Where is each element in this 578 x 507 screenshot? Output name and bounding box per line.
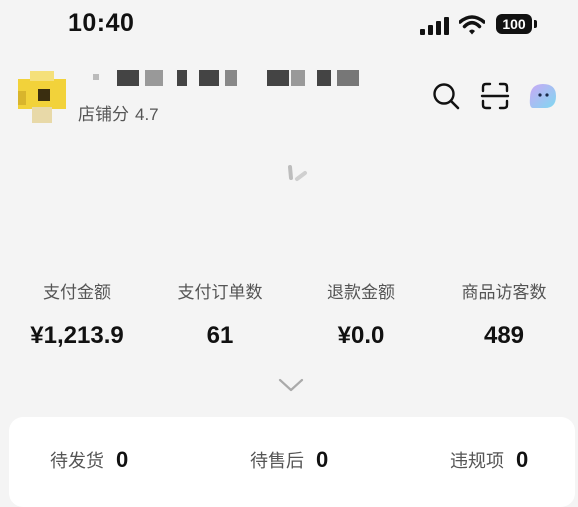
store-score-value: 4.7 [135, 105, 159, 124]
store-score-label: 店铺分 [78, 105, 129, 124]
metric-visitor-count[interactable]: 商品访客数 489 [434, 280, 574, 350]
battery-indicator: 100 [496, 14, 532, 34]
metric-refund-amount[interactable]: 退款金额 ¥0.0 [291, 280, 431, 350]
todo-card: 待发货 0 待售后 0 违规项 0 [9, 417, 575, 507]
wifi-icon [459, 15, 485, 35]
metric-value: ¥1,213.9 [30, 322, 124, 349]
todo-label: 待售后 [250, 451, 304, 471]
metric-label: 商品访客数 [461, 283, 547, 302]
cellular-signal-icon [420, 17, 449, 35]
assistant-icon[interactable] [527, 80, 559, 112]
metric-value: 489 [483, 322, 525, 349]
metric-label: 支付订单数 [177, 283, 263, 302]
chevron-down-icon[interactable] [278, 377, 304, 393]
metric-value: ¥0.0 [337, 322, 385, 349]
metric-value: 61 [206, 322, 234, 349]
todo-count: 0 [316, 447, 329, 472]
store-avatar[interactable] [18, 71, 66, 123]
todo-count: 0 [116, 447, 129, 472]
metric-payment-amount[interactable]: 支付金额 ¥1,213.9 [7, 280, 147, 350]
todo-pending-after-sales[interactable]: 待售后 0 [250, 447, 328, 477]
battery-tip [534, 20, 537, 28]
search-icon[interactable] [431, 81, 461, 111]
todo-label: 待发货 [50, 451, 104, 471]
store-score: 店铺分 4.7 [78, 100, 159, 125]
status-time: 10:40 [68, 9, 135, 37]
todo-pending-shipment[interactable]: 待发货 0 [50, 447, 128, 477]
metrics-row: 支付金额 ¥1,213.9 支付订单数 61 退款金额 ¥0.0 商品访客数 4… [0, 280, 578, 360]
store-name-redacted [85, 70, 370, 90]
store-header: 店铺分 4.7 [0, 60, 578, 130]
todo-label: 违规项 [450, 451, 504, 471]
metric-label: 退款金额 [327, 283, 395, 302]
metric-label: 支付金额 [43, 283, 111, 302]
todo-violations[interactable]: 违规项 0 [450, 447, 528, 477]
todo-count: 0 [516, 447, 529, 472]
metric-order-count[interactable]: 支付订单数 61 [150, 280, 290, 350]
loading-spinner-icon [288, 165, 307, 181]
status-bar: 10:40 100 [0, 0, 578, 52]
scan-icon[interactable] [480, 81, 510, 111]
